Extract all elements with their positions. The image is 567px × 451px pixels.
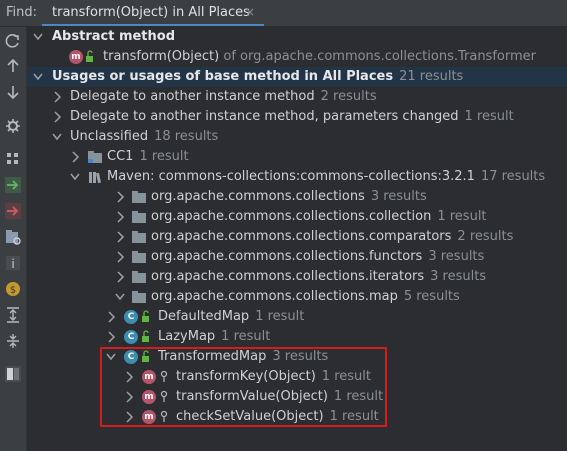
package-count: 2 results xyxy=(457,229,514,244)
tree-node-package[interactable]: org.apache.commons.collections.functors 3… xyxy=(27,247,567,267)
delegate-params-label: Delegate to another instance method, par… xyxy=(70,109,459,124)
chevron-right-icon[interactable] xyxy=(51,110,63,124)
chevron-right-icon[interactable] xyxy=(114,270,126,284)
module-folder-icon xyxy=(88,151,102,163)
unclassified-count: 18 results xyxy=(154,129,219,144)
method-owner: of org.apache.commons.collections.Transf… xyxy=(223,49,536,64)
tree-node-usages[interactable]: Usages or usages of base method in All P… xyxy=(27,67,567,87)
chevron-down-icon[interactable] xyxy=(69,170,81,184)
highlight-box xyxy=(100,347,387,427)
chevron-right-icon[interactable] xyxy=(51,90,63,104)
class-label: LazyMap xyxy=(158,329,216,344)
svg-text:i: i xyxy=(11,257,14,271)
package-folder-icon xyxy=(132,211,146,223)
package-folder-icon xyxy=(132,291,146,303)
package-count: 5 results xyxy=(403,289,460,304)
tab-title: transform(Object) in All Places xyxy=(52,5,250,20)
maven-count: 17 results xyxy=(480,169,546,184)
tree-node-package-map[interactable]: org.apache.commons.collections.map 5 resu… xyxy=(27,287,567,307)
class-count: 1 result xyxy=(255,309,305,324)
chevron-right-icon[interactable] xyxy=(114,210,126,224)
tree-node-package[interactable]: org.apache.commons.collections.collectio… xyxy=(27,207,567,227)
package-count: 3 results xyxy=(430,269,487,284)
group-icon[interactable] xyxy=(3,149,23,169)
maven-label: Maven: commons-collections:commons-colle… xyxy=(107,169,475,184)
usages-label: Usages or usages of base method in All P… xyxy=(52,69,394,84)
lock-open-icon xyxy=(142,310,149,322)
chevron-right-icon[interactable] xyxy=(114,250,126,264)
chevron-down-icon[interactable] xyxy=(32,30,44,44)
package-count: 3 results xyxy=(370,189,427,204)
find-label: Find: xyxy=(6,5,38,20)
expand-all-icon[interactable] xyxy=(3,305,23,325)
chevron-right-icon[interactable] xyxy=(105,330,117,344)
chevron-right-icon[interactable] xyxy=(69,150,81,164)
chevron-right-icon[interactable] xyxy=(105,310,117,324)
delegate-label: Delegate to another instance method xyxy=(70,89,315,104)
find-bar: Find: transform(Object) in All Places × xyxy=(0,0,567,27)
chevron-down-icon[interactable] xyxy=(51,130,63,144)
tree-node-package[interactable]: org.apache.commons.collections.iterators… xyxy=(27,267,567,287)
tree-node-transform-method[interactable]: m transform(Object) of org.apache.common… xyxy=(27,47,567,67)
class-icon: C xyxy=(124,330,138,344)
tree-node-maven-library[interactable]: Maven: commons-collections:commons-colle… xyxy=(27,167,567,187)
tree-node-class[interactable]: C DefaultedMap 1 result xyxy=(27,307,567,327)
method-icon: m xyxy=(69,50,83,64)
package-folder-icon xyxy=(132,231,146,243)
package-label: org.apache.commons.collections.functors xyxy=(151,249,423,264)
package-label: org.apache.commons.collections.collectio… xyxy=(151,209,432,224)
tree-node-cc1[interactable]: CC1 1 result xyxy=(27,147,567,167)
info-icon[interactable]: i xyxy=(3,253,23,273)
arrow-up-icon[interactable] xyxy=(3,56,23,76)
chevron-down-icon[interactable] xyxy=(114,290,126,304)
package-count: 1 result xyxy=(437,209,487,224)
collapse-all-icon[interactable] xyxy=(3,331,23,351)
package-folder-icon xyxy=(132,191,146,203)
tree-node-package[interactable]: org.apache.commons.collections.comparato… xyxy=(27,227,567,247)
cc1-label: CC1 xyxy=(107,149,134,164)
preview-icon[interactable] xyxy=(3,227,23,247)
abstract-header: Abstract method xyxy=(52,29,176,44)
method-name: transform(Object) xyxy=(103,49,220,64)
package-label: org.apache.commons.collections.comparato… xyxy=(151,229,452,244)
cc1-count: 1 result xyxy=(139,149,189,164)
unclassified-label: Unclassified xyxy=(70,129,149,144)
navigate-in-icon[interactable] xyxy=(3,175,23,195)
layout-icon[interactable] xyxy=(3,364,23,384)
lock-open-icon xyxy=(86,50,93,62)
usages-count: 21 results xyxy=(399,69,464,84)
lock-open-icon xyxy=(142,330,149,342)
package-label: org.apache.commons.collections.map xyxy=(151,289,398,304)
coin-icon[interactable]: $ xyxy=(3,279,23,299)
class-count: 1 result xyxy=(221,329,271,344)
chevron-right-icon[interactable] xyxy=(114,230,126,244)
svg-text:$: $ xyxy=(10,285,16,296)
arrow-down-icon[interactable] xyxy=(3,82,23,102)
tree-node-package[interactable]: org.apache.commons.collections 3 results xyxy=(27,187,567,207)
tab-find-results[interactable]: transform(Object) in All Places × xyxy=(42,2,264,26)
delegate-params-count: 1 result xyxy=(464,109,514,124)
chevron-right-icon[interactable] xyxy=(114,190,126,204)
package-count: 3 results xyxy=(428,249,485,264)
tree-node-class[interactable]: C LazyMap 1 result xyxy=(27,327,567,347)
class-label: DefaultedMap xyxy=(158,309,250,324)
package-label: org.apache.commons.collections xyxy=(151,189,365,204)
tree-node-delegate[interactable]: Delegate to another instance method 2 res… xyxy=(27,87,567,107)
chevron-down-icon[interactable] xyxy=(32,70,44,84)
close-icon[interactable]: × xyxy=(245,5,255,19)
tree-node-abstract-method[interactable]: Abstract method xyxy=(27,27,567,47)
navigate-out-icon[interactable] xyxy=(3,201,23,221)
tree-node-delegate-params[interactable]: Delegate to another instance method, par… xyxy=(27,107,567,127)
settings-icon[interactable] xyxy=(3,116,23,136)
package-folder-icon xyxy=(132,251,146,263)
library-icon xyxy=(89,172,101,184)
package-label: org.apache.commons.collections.iterators xyxy=(151,269,425,284)
left-toolbar: i $ xyxy=(0,27,27,451)
package-folder-icon xyxy=(132,271,146,283)
tree-node-unclassified[interactable]: Unclassified 18 results xyxy=(27,127,567,147)
delegate-count: 2 results xyxy=(320,89,377,104)
refresh-icon[interactable] xyxy=(3,31,23,51)
class-icon: C xyxy=(124,310,138,324)
